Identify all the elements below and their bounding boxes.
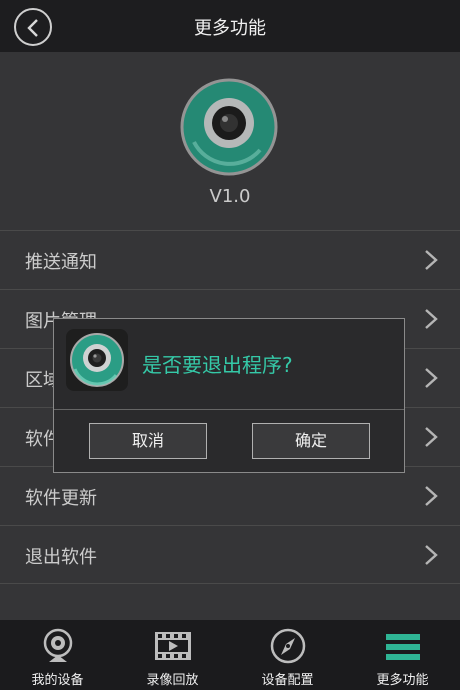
header-bar: 更多功能: [0, 0, 460, 52]
cancel-button[interactable]: 取消: [89, 423, 207, 459]
tab-label: 设备配置: [261, 673, 314, 688]
tab-my-devices[interactable]: 我的设备: [0, 620, 115, 690]
tab-more-functions[interactable]: 更多功能: [345, 620, 460, 690]
menu-icon: [386, 634, 420, 660]
tab-label: 我的设备: [31, 673, 84, 688]
film-icon: [155, 632, 191, 660]
tab-label: 录像回放: [146, 673, 199, 688]
bottom-tab-bar: 我的设备 录像回放 设备配置 更多功能: [0, 620, 460, 690]
page-title: 更多功能: [194, 18, 266, 39]
webcam-icon: [43, 628, 73, 662]
dialog-message: 是否要退出程序?: [142, 353, 293, 377]
confirm-button[interactable]: 确定: [252, 423, 370, 459]
camera-lens-icon: [70, 333, 124, 387]
exit-confirm-dialog: 是否要退出程序? 取消 确定: [53, 318, 405, 473]
dialog-divider: [54, 409, 404, 410]
tab-playback[interactable]: 录像回放: [115, 620, 230, 690]
compass-icon: [270, 628, 306, 664]
app-icon: [66, 329, 128, 391]
tab-device-config[interactable]: 设备配置: [230, 620, 345, 690]
tab-label: 更多功能: [376, 673, 429, 688]
